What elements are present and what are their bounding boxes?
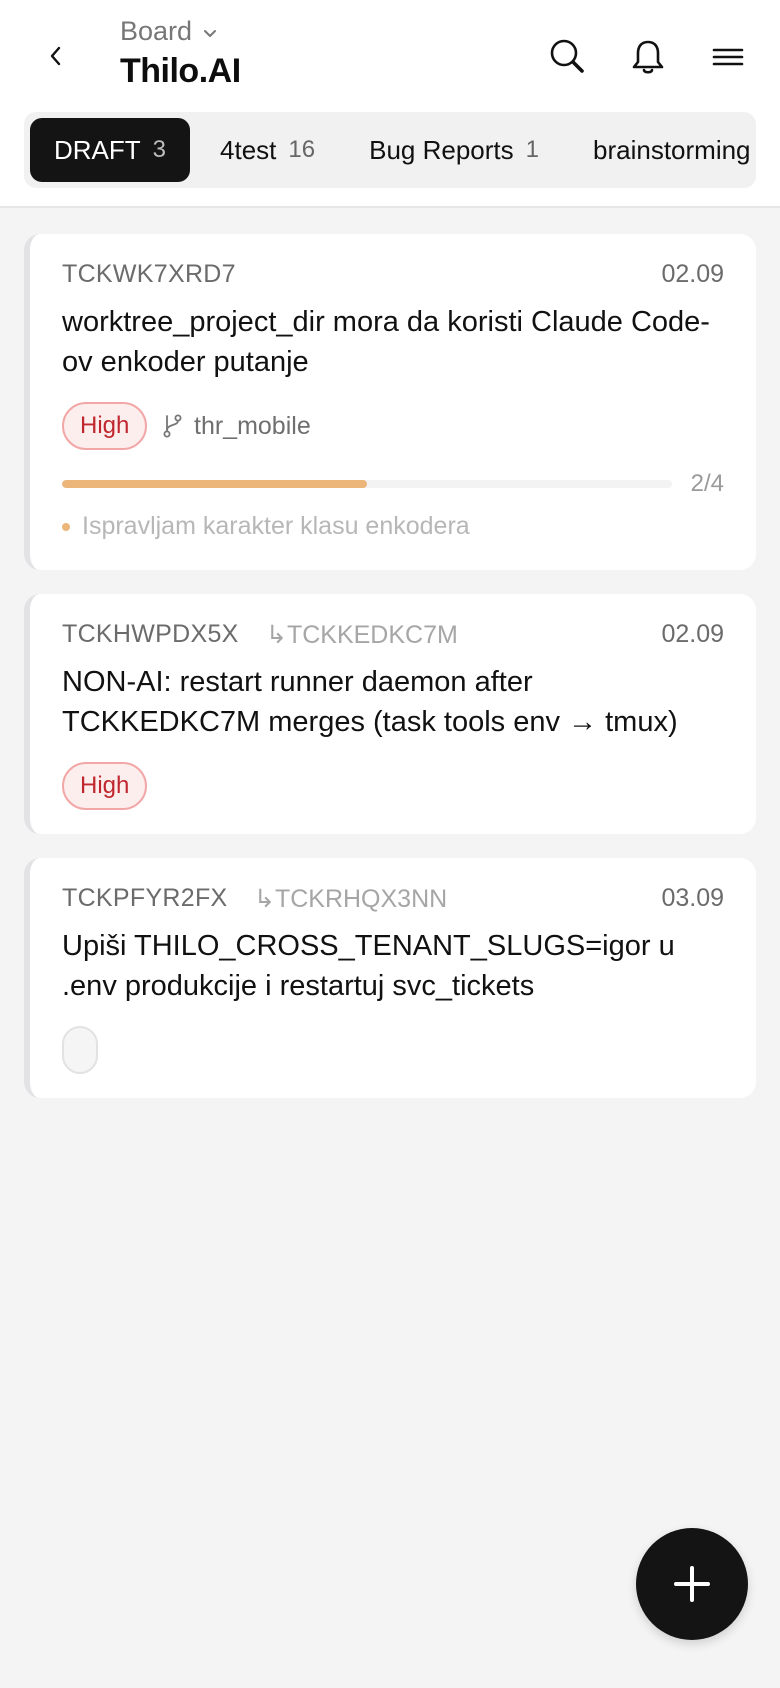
ticket-date: 03.09 [661, 884, 724, 912]
ticket-title: worktree_project_dir mora da koristi Cla… [62, 306, 710, 378]
menu-button[interactable] [703, 32, 753, 82]
tab-label: brainstorming [593, 134, 751, 165]
tab-bug-reports[interactable]: Bug Reports 1 [345, 118, 563, 182]
app-header: Board Thilo.AI DRAFT 3 4test 16 Bug Repo… [0, 0, 780, 208]
parent-ticket-link[interactable]: ↳TCKRHQX3NN [254, 884, 447, 914]
tab-draft[interactable]: DRAFT 3 [30, 118, 191, 182]
progress-bar [62, 480, 672, 488]
menu-icon [712, 48, 744, 66]
branch-name: thr_mobile [194, 411, 311, 440]
chevron-left-icon [50, 46, 61, 66]
bell-icon [632, 40, 664, 74]
ticket-title: NON-AI: restart runner daemon after TCKK… [62, 666, 678, 738]
board-switcher[interactable]: Board [120, 16, 218, 47]
parent-ticket-link[interactable]: ↳TCKKEDKC7M [266, 620, 458, 650]
priority-badge: High [62, 402, 148, 450]
status-dot-icon [62, 522, 70, 531]
ticket-date: 02.09 [661, 620, 724, 648]
plus-icon [674, 1566, 710, 1602]
app-screen: Board Thilo.AI DRAFT 3 4test 16 Bug Repo… [0, 0, 780, 1688]
priority-badge: High [62, 762, 148, 810]
ticket-card[interactable]: TCKPFYR2FX ↳TCKRHQX3NN 03.09 Upiši THILO… [24, 858, 756, 1098]
ticket-id: TCKWK7XRD7 [62, 260, 236, 288]
tab-count: 1 [525, 136, 539, 163]
tab-count: 16 [288, 136, 316, 163]
search-icon [550, 39, 584, 73]
search-button[interactable] [543, 32, 593, 82]
tab-label: DRAFT [54, 134, 141, 165]
activity-text: Ispravljam karakter klasu enkodera [82, 512, 470, 540]
tab-4test[interactable]: 4test 16 [196, 118, 339, 182]
ticket-id: TCKPFYR2FX [62, 884, 228, 912]
tab-brainstorming[interactable]: brainstorming [569, 118, 756, 182]
priority-badge-empty [62, 1026, 98, 1074]
tab-label: 4test [220, 134, 277, 165]
tab-count: 3 [152, 136, 167, 163]
ticket-card[interactable]: TCKWK7XRD7 02.09 worktree_project_dir mo… [24, 234, 756, 570]
ticket-date: 02.09 [661, 260, 724, 288]
project-title: Thilo.AI [120, 52, 241, 90]
tab-label: Bug Reports [369, 134, 514, 165]
ticket-title: Upiši THILO_CROSS_TENANT_SLUGS=igor u .e… [62, 930, 675, 1002]
progress-count: 2/4 [690, 470, 724, 497]
chevron-down-icon [204, 29, 217, 37]
add-ticket-button[interactable] [636, 1528, 748, 1640]
back-button[interactable] [36, 36, 76, 76]
branch-tag: thr_mobile [162, 402, 311, 450]
notifications-button[interactable] [623, 32, 673, 82]
git-branch-icon [163, 414, 182, 438]
board-label: Board [120, 16, 193, 46]
ticket-id: TCKHWPDX5X [62, 620, 239, 648]
ticket-card[interactable]: TCKHWPDX5X ↳TCKKEDKC7M 02.09 NON-AI: res… [24, 594, 756, 834]
progress-fill [62, 480, 367, 488]
column-tabs: DRAFT 3 4test 16 Bug Reports 1 brainstor… [24, 112, 756, 188]
activity-status: Ispravljam karakter klasu enkodera [62, 512, 470, 541]
